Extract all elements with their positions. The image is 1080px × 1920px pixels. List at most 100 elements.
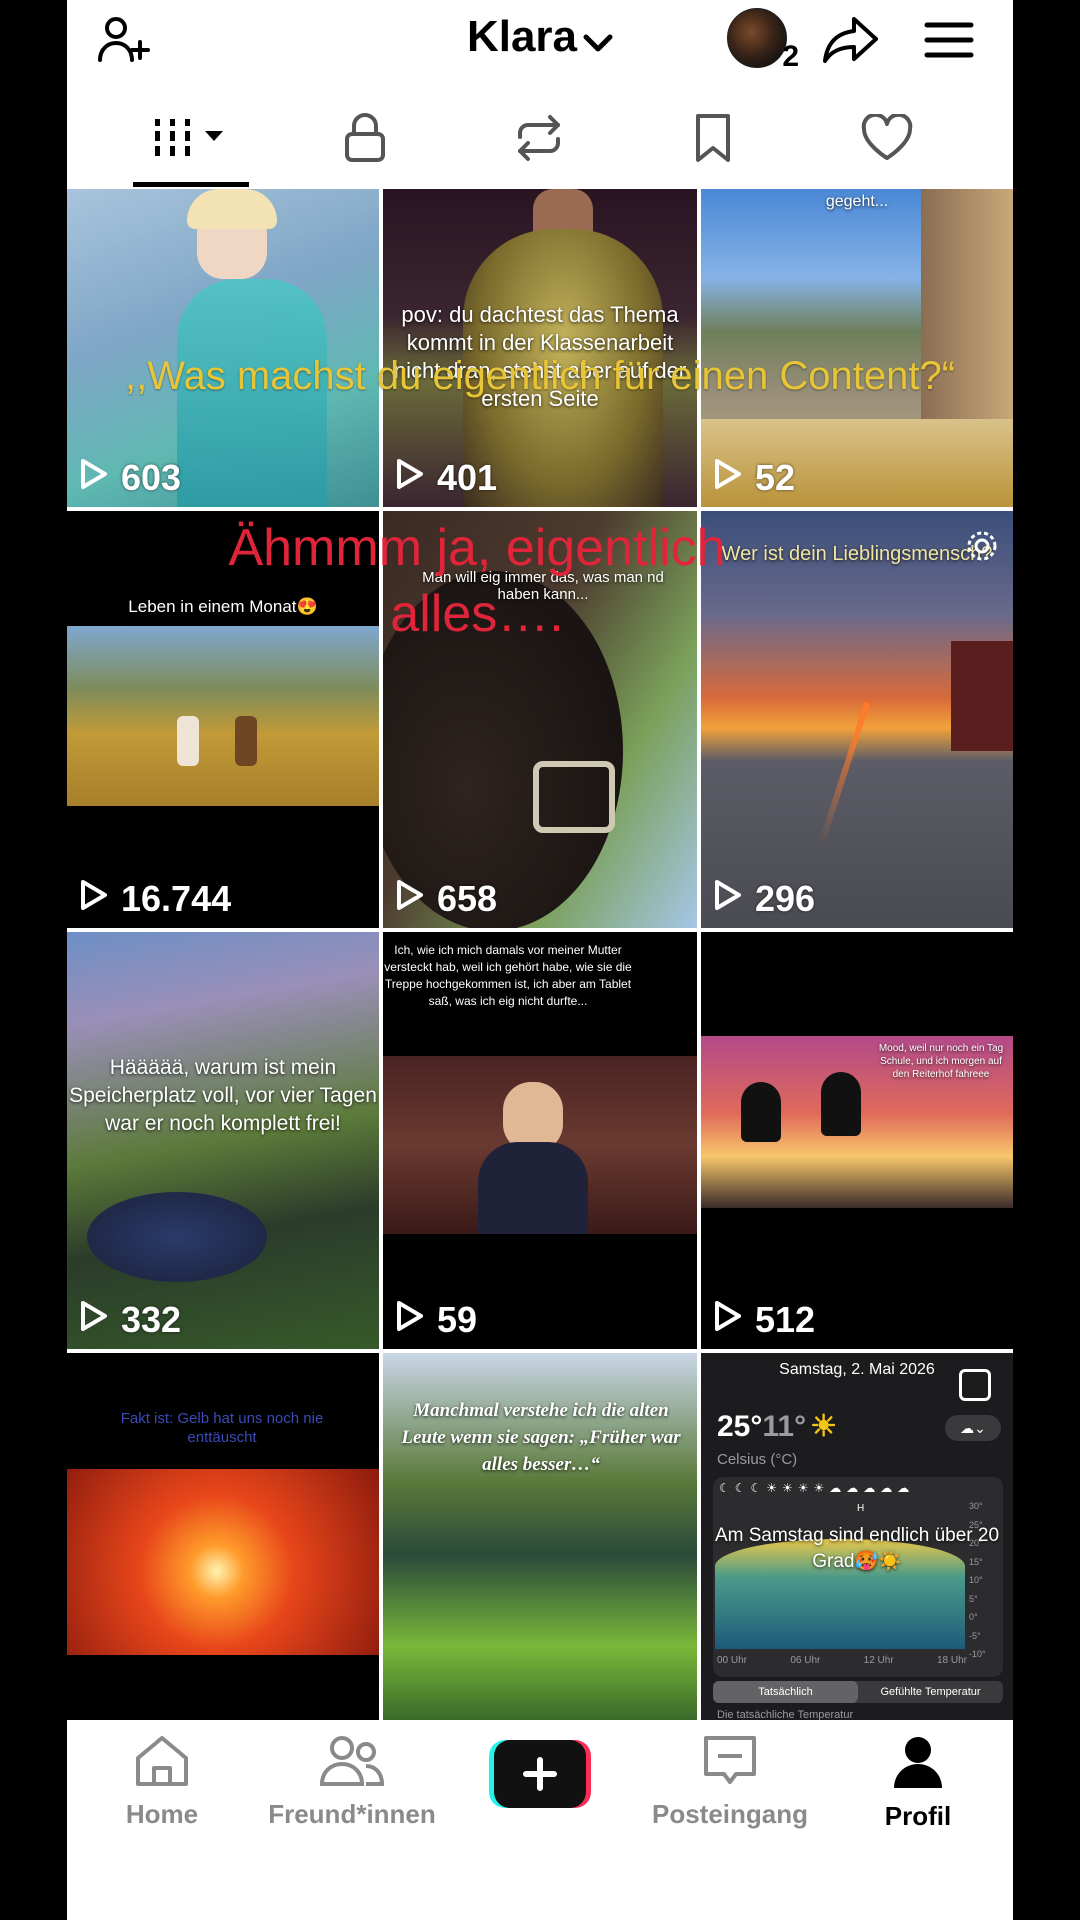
sun-icon: ☀: [810, 1410, 837, 1443]
character-jacket: [478, 1142, 588, 1234]
nav-friends[interactable]: Freund*innen: [257, 1734, 447, 1830]
video-grid: 603 pov: du dachtest das Thema kommt in …: [67, 189, 1013, 1720]
play-icon: [395, 457, 437, 499]
bottom-navigation: Home Freund*innen Posteingang Profil: [67, 1720, 1013, 1920]
profile-icon: [890, 1737, 946, 1794]
horse-figure: [177, 716, 199, 766]
weather-temp: 25°11° ☀: [717, 1409, 837, 1444]
video-thumbnail[interactable]: Ich, wie ich mich damals vor meiner Mutt…: [383, 932, 697, 1349]
active-tab-indicator: [133, 182, 249, 187]
chevron-down-icon: [583, 14, 613, 64]
video-thumbnail[interactable]: Fakt ist: Gelb hat uns noch nie enttäusc…: [67, 1353, 379, 1720]
barn-wall: [951, 641, 1013, 751]
play-icon: [713, 1299, 755, 1341]
nav-home[interactable]: Home: [67, 1734, 257, 1830]
tab-private[interactable]: [305, 110, 425, 170]
video-thumbnail[interactable]: pov: du dachtest das Thema kommt in der …: [383, 189, 697, 507]
play-icon: [79, 1299, 121, 1341]
play-icon: [79, 457, 121, 499]
temp-low: 11°: [762, 1410, 807, 1443]
weather-dropdown: ☁⌄: [945, 1415, 1001, 1441]
copy-icon: [959, 1369, 991, 1401]
tab-saved[interactable]: [653, 110, 773, 170]
field-photo: [67, 626, 379, 806]
video-caption: Häääää, warum ist mein Speicherplatz vol…: [69, 1056, 377, 1135]
chevron-down-icon: ⌄: [974, 1420, 986, 1436]
video-thumbnail[interactable]: Manchmal verstehe ich die alten Leute we…: [383, 1353, 697, 1720]
play-icon: [79, 878, 121, 920]
play-icon: [395, 878, 437, 920]
nav-profile[interactable]: Profil: [823, 1734, 1013, 1832]
create-button[interactable]: [489, 1740, 591, 1808]
video-caption: Mood, weil nur noch ein Tag Schule, und …: [878, 1043, 1004, 1080]
overlay-text-yellow: ,,Was machst du eigentlich für einen Con…: [124, 354, 956, 398]
view-count: 59: [395, 1299, 477, 1341]
y-axis-ticks: 30° 25° 20° 15° 10° 5° 0° -5° -10°: [969, 1501, 986, 1659]
plus-icon: [494, 1740, 586, 1808]
video-thumbnail[interactable]: 603: [67, 189, 379, 507]
play-icon: [395, 1299, 437, 1341]
cloud-icon: ☁: [960, 1420, 975, 1436]
lock-icon: [342, 112, 388, 169]
tab-videos[interactable]: [131, 110, 251, 170]
character-hair: [187, 189, 277, 229]
jumping-person: [821, 1072, 861, 1136]
repost-icon: [512, 113, 566, 168]
gear-icon: [965, 529, 999, 563]
sunset-photo: [67, 1469, 379, 1655]
horse-figure: [235, 716, 257, 766]
video-thumbnail[interactable]: Häääää, warum ist mein Speicherplatz vol…: [67, 932, 379, 1349]
overlay-text-red: Ähmmm ja, eigentlich alles….: [228, 519, 726, 643]
heart-icon: [860, 112, 914, 167]
avatar-badge: 2: [782, 40, 799, 73]
grid-icon: [151, 115, 231, 166]
view-count: 16.744: [79, 878, 231, 920]
profile-header: Klara 2: [67, 0, 1013, 80]
share-icon[interactable]: [821, 10, 881, 70]
video-caption: gegeht...: [825, 193, 889, 210]
segment-actual: Tatsächlich: [713, 1681, 858, 1703]
username: Klara: [466, 12, 578, 61]
tab-reposts[interactable]: [479, 110, 599, 170]
pond: [87, 1192, 267, 1282]
video-caption: Fakt ist: Gelb hat uns noch nie enttäusc…: [120, 1410, 324, 1446]
view-count: 332: [79, 1299, 181, 1341]
weather-icons-row: ☾☾☾☀☀☀☀☁☁☁☁☁: [719, 1481, 915, 1495]
video-thumbnail[interactable]: gegeht... 52: [701, 189, 1013, 507]
video-thumbnail[interactable]: Mood, weil nur noch ein Tag Schule, und …: [701, 932, 1013, 1349]
nav-inbox[interactable]: Posteingang: [635, 1734, 825, 1830]
view-count: 512: [713, 1299, 815, 1341]
high-marker: H: [857, 1503, 865, 1514]
video-thumbnail[interactable]: Samstag, 2. Mai 2026 25°11° ☀ ☁⌄ Celsius …: [701, 1353, 1013, 1720]
bookmark-icon: [693, 112, 733, 169]
profile-tabs: [67, 92, 1013, 188]
view-count: 52: [713, 457, 795, 499]
x-axis-ticks: 00 Uhr 06 Uhr 12 Uhr 18 Uhr: [717, 1655, 967, 1666]
play-icon: [713, 457, 755, 499]
video-caption: Ich, wie ich mich damals vor meiner Mutt…: [384, 943, 632, 1008]
weather-footer: Die tatsächliche Temperatur: [717, 1709, 854, 1720]
jumping-person: [741, 1082, 781, 1142]
view-count: 603: [79, 457, 181, 499]
video-caption: Manchmal verstehe ich die alten Leute we…: [401, 1400, 681, 1475]
app-screen: Klara 2 603 pov: du dachtest das Thema k…: [67, 0, 1013, 1920]
sun-reflection: [817, 701, 871, 847]
weather-chart-panel: ☾☾☾☀☀☀☀☁☁☁☁☁ H 30° 25° 20° 15° 10° 5° 0° -5° -10…: [713, 1477, 1003, 1677]
halter-buckle: [533, 761, 615, 833]
view-count: 296: [713, 878, 815, 920]
segment-felt: Gefühlte Temperatur: [880, 1686, 981, 1698]
view-count: 401: [395, 457, 497, 499]
view-count: 658: [395, 878, 497, 920]
avatar: [727, 8, 787, 68]
temp-high: 25°: [717, 1410, 763, 1443]
inbox-icon: [702, 1736, 758, 1792]
story-avatar[interactable]: 2: [727, 8, 799, 73]
friends-icon: [319, 1736, 385, 1792]
menu-icon[interactable]: [919, 10, 979, 70]
home-icon: [132, 1736, 192, 1792]
tab-liked[interactable]: [827, 110, 947, 170]
weather-segment: Tatsächlich Gefühlte Temperatur: [713, 1681, 1003, 1703]
video-caption: Am Samstag sind endlich über 20 Grad🥵☀️: [714, 1525, 1000, 1572]
play-icon: [713, 878, 755, 920]
weather-unit: Celsius (°C): [717, 1451, 798, 1468]
